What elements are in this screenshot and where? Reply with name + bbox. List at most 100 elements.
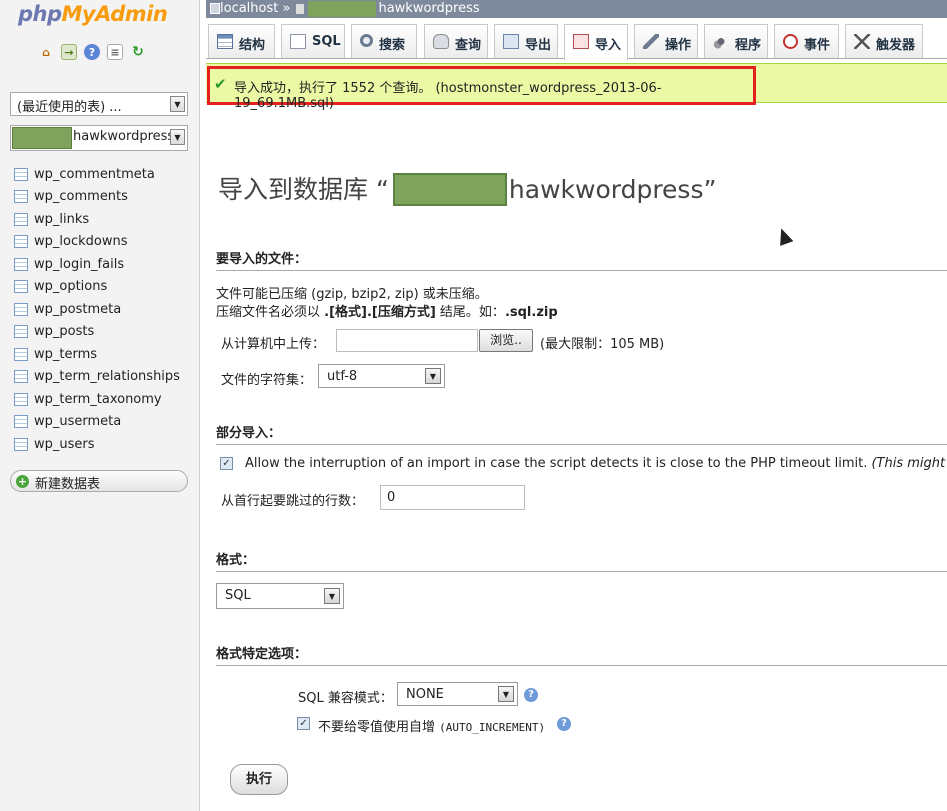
checkmark-icon: ✔ bbox=[214, 75, 227, 93]
table-list: wp_commentmeta wp_comments wp_links wp_l… bbox=[14, 163, 180, 456]
tab-import[interactable]: 导入 bbox=[564, 24, 628, 60]
upload-label: 从计算机中上传： bbox=[221, 337, 326, 352]
list-item[interactable]: wp_lockdowns bbox=[14, 231, 180, 254]
table-icon bbox=[14, 212, 28, 226]
compression-hint: 压缩文件名必须以 .[格式].[压缩方式] 结尾。如：.sql.zip bbox=[216, 305, 558, 320]
recent-tables-select[interactable]: (最近使用的表) ... ▼ bbox=[10, 92, 188, 116]
help-icon[interactable]: ? bbox=[557, 717, 571, 731]
tab-routines[interactable]: 程序 bbox=[704, 24, 768, 58]
list-item[interactable]: wp_posts bbox=[14, 321, 180, 344]
list-item[interactable]: wp_commentmeta bbox=[14, 163, 180, 186]
tab-events[interactable]: 事件 bbox=[774, 24, 839, 58]
no-auto-increment-checkbox[interactable]: ✓ bbox=[297, 717, 310, 730]
list-item[interactable]: wp_login_fails bbox=[14, 253, 180, 276]
file-upload-field[interactable] bbox=[336, 329, 478, 352]
table-icon bbox=[14, 415, 28, 429]
list-item[interactable]: wp_usermeta bbox=[14, 411, 180, 434]
list-item[interactable]: wp_term_relationships bbox=[14, 366, 180, 389]
plus-icon: + bbox=[16, 475, 29, 488]
table-icon bbox=[14, 235, 28, 249]
triggers-icon bbox=[854, 34, 870, 49]
quick-icons: ⌂ → ? ≡ ↻ bbox=[38, 44, 146, 60]
compression-info: 文件可能已压缩 (gzip, bzip2, zip) 或未压缩。 bbox=[216, 287, 488, 302]
charset-select[interactable]: utf-8 ▼ bbox=[318, 364, 445, 388]
tab-operations[interactable]: 操作 bbox=[634, 24, 698, 58]
home-icon[interactable]: ⌂ bbox=[38, 44, 54, 60]
table-icon bbox=[14, 302, 28, 316]
new-table-label: 新建数据表 bbox=[35, 477, 101, 492]
exit-icon[interactable]: → bbox=[61, 44, 77, 60]
export-icon bbox=[503, 34, 519, 49]
mouse-cursor-icon bbox=[774, 226, 794, 246]
table-icon bbox=[14, 370, 28, 384]
skip-rows-input[interactable]: 0 bbox=[380, 485, 525, 510]
format-select[interactable]: SQL ▼ bbox=[216, 583, 344, 609]
file-section-heading: 要导入的文件： bbox=[216, 248, 947, 271]
list-item[interactable]: wp_postmeta bbox=[14, 298, 180, 321]
list-item[interactable]: wp_options bbox=[14, 276, 180, 299]
import-icon bbox=[573, 34, 589, 49]
charset-label: 文件的字符集： bbox=[221, 373, 313, 388]
list-item[interactable]: wp_term_taxonomy bbox=[14, 388, 180, 411]
breadcrumb-separator: » bbox=[282, 1, 291, 16]
tab-search[interactable]: 搜索 bbox=[351, 24, 417, 58]
tab-bar: 结构 SQL 搜索 查询 导出 导入 操作 程序 事件 触发器 bbox=[206, 22, 947, 60]
chevron-down-icon: ▼ bbox=[170, 96, 185, 112]
redacted-block bbox=[308, 0, 377, 17]
sql-compat-label: SQL 兼容模式： bbox=[298, 691, 393, 706]
table-icon bbox=[14, 347, 28, 361]
chevron-down-icon: ▼ bbox=[425, 368, 441, 384]
charset-value: utf-8 bbox=[327, 369, 358, 384]
format-value: SQL bbox=[225, 588, 251, 603]
list-item[interactable]: wp_users bbox=[14, 433, 180, 456]
search-icon bbox=[360, 34, 373, 47]
reload-icon[interactable]: ↻ bbox=[130, 44, 146, 60]
table-icon bbox=[14, 280, 28, 294]
redacted-block bbox=[12, 127, 72, 149]
tab-sql[interactable]: SQL bbox=[281, 24, 345, 58]
go-button[interactable]: 执行 bbox=[230, 764, 288, 795]
logo-myadmin: MyAdmin bbox=[61, 2, 168, 26]
table-icon bbox=[14, 257, 28, 271]
operations-icon bbox=[643, 34, 659, 49]
success-message: 导入成功，执行了 1552 个查询。 (hostmonster_wordpres… bbox=[234, 81, 662, 111]
chevron-down-icon: ▼ bbox=[498, 686, 514, 702]
help-icon[interactable]: ? bbox=[524, 688, 538, 702]
list-item[interactable]: wp_terms bbox=[14, 343, 180, 366]
sql-icon bbox=[290, 34, 306, 49]
allow-interrupt-label: Allow the interruption of an import in c… bbox=[245, 456, 947, 471]
table-icon bbox=[14, 167, 28, 181]
help-icon[interactable]: ? bbox=[84, 44, 100, 60]
database-icon bbox=[296, 3, 305, 14]
list-item[interactable]: wp_comments bbox=[14, 186, 180, 209]
tab-triggers[interactable]: 触发器 bbox=[845, 24, 923, 58]
recent-tables-value: (最近使用的表) ... bbox=[17, 100, 122, 115]
list-item[interactable]: wp_links bbox=[14, 208, 180, 231]
breadcrumb: localhost » hawkwordpress bbox=[206, 0, 947, 18]
tab-query[interactable]: 查询 bbox=[424, 24, 488, 58]
new-table-button[interactable]: + 新建数据表 bbox=[10, 470, 188, 492]
breadcrumb-db[interactable]: hawkwordpress bbox=[378, 1, 479, 16]
query-icon bbox=[433, 34, 449, 49]
table-icon bbox=[14, 190, 28, 204]
logo[interactable]: phpMyAdmin bbox=[18, 2, 168, 26]
skip-rows-label: 从首行起要跳过的行数： bbox=[221, 494, 365, 509]
logo-php: php bbox=[18, 2, 62, 26]
success-notice: ✔ 导入成功，执行了 1552 个查询。 (hostmonster_wordpr… bbox=[207, 66, 756, 111]
database-select[interactable]: hawkwordpress ▼ bbox=[10, 125, 188, 151]
max-size-note: (最大限制：105 MB) bbox=[540, 337, 665, 352]
browse-button[interactable]: 浏览.. bbox=[479, 329, 533, 352]
allow-interrupt-checkbox[interactable]: ✓ bbox=[220, 457, 233, 470]
sql-compat-value: NONE bbox=[406, 687, 444, 702]
breadcrumb-server[interactable]: localhost bbox=[220, 1, 278, 16]
sql-compat-select[interactable]: NONE ▼ bbox=[397, 682, 518, 706]
page-title: 导入到数据库 “hawkwordpress” bbox=[218, 170, 716, 206]
tab-export[interactable]: 导出 bbox=[494, 24, 558, 58]
docs-icon[interactable]: ≡ bbox=[107, 44, 123, 60]
chevron-down-icon: ▼ bbox=[170, 129, 185, 145]
tab-structure[interactable]: 结构 bbox=[208, 24, 275, 58]
partial-import-heading: 部分导入： bbox=[216, 422, 947, 445]
table-icon bbox=[14, 392, 28, 406]
table-icon bbox=[14, 325, 28, 339]
events-icon bbox=[783, 34, 798, 49]
